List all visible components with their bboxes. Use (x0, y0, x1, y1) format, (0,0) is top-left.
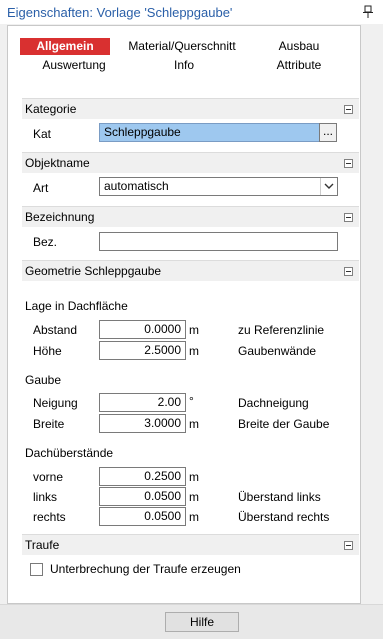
art-label: Art (33, 181, 49, 195)
vorne-field[interactable]: 0.2500 (99, 467, 186, 486)
dropdown-button[interactable] (320, 178, 337, 195)
tab-auswertung[interactable]: Auswertung (34, 57, 114, 74)
neigung-desc: Dachneigung (238, 396, 309, 410)
gaube-title: Gaube (25, 373, 62, 387)
rechts-unit: m (189, 510, 199, 524)
bez-field[interactable] (99, 232, 338, 251)
links-desc: Überstand links (238, 490, 321, 504)
tab-allgemein[interactable]: Allgemein (20, 38, 110, 55)
vorne-label: vorne (33, 470, 64, 484)
chevron-down-icon (324, 183, 334, 189)
breite-field[interactable]: 3.0000 (99, 414, 186, 433)
neigung-field[interactable]: 2.00 (99, 393, 186, 412)
traufe-header: Traufe (25, 538, 60, 552)
kategorie-field[interactable]: Schleppgaube (99, 123, 321, 142)
links-field[interactable]: 0.0500 (99, 487, 186, 506)
collapse-icon[interactable] (344, 213, 353, 222)
help-button[interactable]: Hilfe (165, 612, 239, 632)
kat-label: Kat (33, 127, 52, 141)
breite-desc: Breite der Gaube (238, 417, 330, 431)
abstand-field[interactable]: 0.0000 (99, 320, 186, 339)
kategorie-header: Kategorie (25, 102, 77, 116)
abstand-unit: m (189, 323, 199, 337)
tab-attribute[interactable]: Attribute (261, 57, 337, 74)
geometrie-group-header: Geometrie Schleppgaube (22, 260, 359, 281)
objektname-group-header: Objektname (22, 152, 359, 173)
bez-label: Bez. (33, 235, 58, 249)
collapse-icon[interactable] (344, 105, 353, 114)
pin-icon[interactable] (362, 5, 374, 19)
vorne-unit: m (189, 470, 199, 484)
hoehe-unit: m (189, 344, 199, 358)
art-select[interactable]: automatisch (99, 177, 338, 196)
breite-unit: m (189, 417, 199, 431)
abstand-desc: zu Referenzlinie (238, 323, 325, 337)
hoehe-field[interactable]: 2.5000 (99, 341, 186, 360)
tab-info[interactable]: Info (158, 57, 210, 74)
rechts-field[interactable]: 0.0500 (99, 507, 186, 526)
collapse-icon[interactable] (344, 267, 353, 276)
collapse-icon[interactable] (344, 541, 353, 550)
tab-material-querschnitt[interactable]: Material/Querschnitt (122, 38, 242, 55)
geometrie-header: Geometrie Schleppgaube (25, 264, 162, 278)
rechts-desc: Überstand rechts (238, 510, 330, 524)
browse-button[interactable]: ... (319, 123, 337, 142)
rechts-label: rechts (33, 510, 66, 524)
links-unit: m (189, 490, 199, 504)
links-label: links (33, 490, 58, 504)
window-title: Eigenschaften: Vorlage 'Schleppgaube' (7, 5, 233, 20)
neigung-unit: ° (189, 394, 194, 408)
traufe-group-header: Traufe (22, 534, 359, 555)
properties-panel: Allgemein Material/Querschnitt Ausbau Au… (7, 25, 361, 604)
bezeichnung-group-header: Bezeichnung (22, 206, 359, 227)
traufe-checkbox-label[interactable]: Unterbrechung der Traufe erzeugen (50, 562, 241, 576)
ueberstaende-title: Dachüberstände (25, 446, 114, 460)
tab-ausbau[interactable]: Ausbau (266, 38, 332, 55)
objektname-header: Objektname (25, 156, 90, 170)
lage-title: Lage in Dachfläche (25, 299, 128, 313)
title-bar: Eigenschaften: Vorlage 'Schleppgaube' (0, 0, 383, 24)
abstand-label: Abstand (33, 323, 78, 337)
neigung-label: Neigung (33, 396, 78, 410)
kategorie-group-header: Kategorie (22, 98, 359, 119)
breite-label: Breite (33, 417, 65, 431)
bezeichnung-header: Bezeichnung (25, 210, 95, 224)
art-select-value: automatisch (104, 179, 169, 193)
collapse-icon[interactable] (344, 159, 353, 168)
traufe-checkbox[interactable] (30, 563, 43, 576)
hoehe-desc: Gaubenwände (238, 344, 317, 358)
hoehe-label: Höhe (33, 344, 62, 358)
